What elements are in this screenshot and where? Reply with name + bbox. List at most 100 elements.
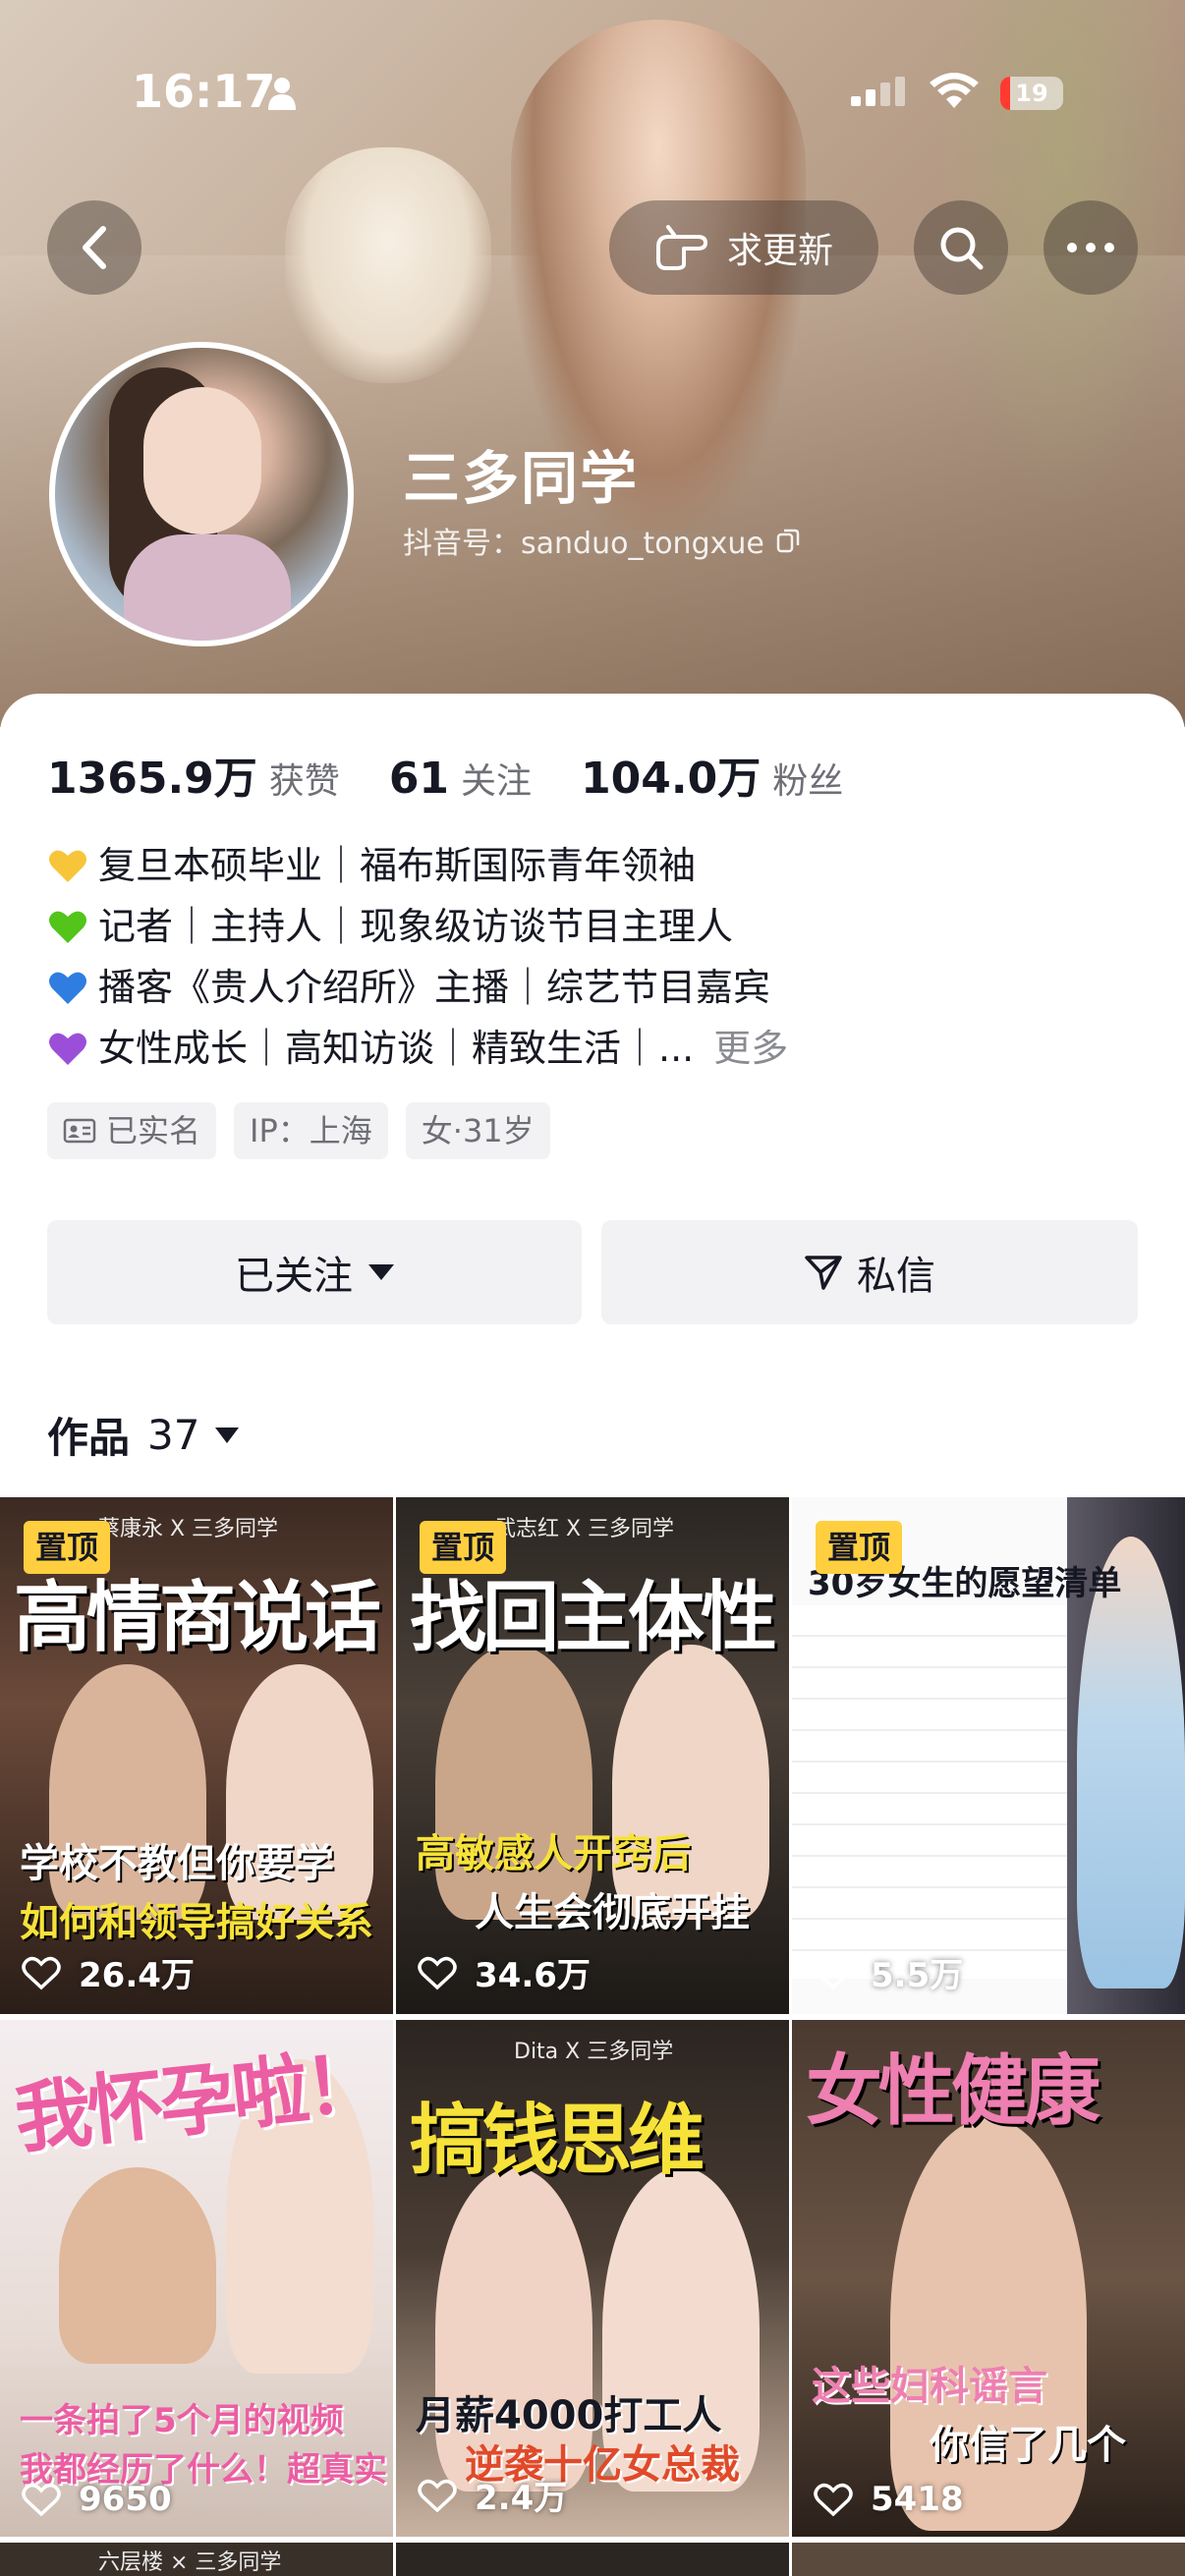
- video-tile[interactable]: [396, 2543, 789, 2576]
- likes-value: 2.4万: [475, 2479, 568, 2518]
- signal-icon: [851, 77, 905, 106]
- status-bar: 16:17 19: [0, 0, 1185, 118]
- battery-icon: 19: [1000, 77, 1063, 110]
- message-label: 私信: [857, 1254, 935, 1299]
- search-icon: [940, 227, 984, 270]
- video-tile[interactable]: Dita X 三多同学 搞钱思维 月薪4000打工人 逆袭十亿女总裁 2.4万: [396, 2020, 789, 2537]
- avatar[interactable]: [49, 342, 354, 646]
- video-cover: [792, 2543, 1185, 2576]
- video-title: 女性健康: [806, 2047, 1100, 2136]
- video-caption: 蔡康永 X 三多同学: [98, 1517, 279, 1541]
- avatar-dress: [124, 534, 291, 641]
- green-heart-icon: [49, 911, 86, 943]
- video-subtitle-highlight: 你信了几个: [930, 2423, 1126, 2468]
- caret-down-icon: [368, 1264, 394, 1280]
- likes-value: 26.4万: [79, 1956, 195, 1995]
- verified-tag-label: 已实名: [106, 1112, 201, 1149]
- followed-button[interactable]: 已关注: [47, 1220, 582, 1324]
- ip-tag: IP：上海: [234, 1102, 388, 1159]
- heart-outline-icon: [22, 2483, 61, 2517]
- heart-outline-icon: [814, 2483, 853, 2517]
- bio-text: 复旦本硕毕业｜福布斯国际青年领袖: [98, 844, 697, 887]
- verified-tag: 已实名: [47, 1102, 217, 1159]
- following-label[interactable]: 关注: [461, 753, 532, 804]
- works-count: 37: [147, 1411, 200, 1459]
- heart-outline-icon: [418, 1956, 457, 1989]
- request-update-button[interactable]: 求更新: [609, 200, 878, 295]
- bio-more-link[interactable]: 更多: [713, 1018, 788, 1079]
- video-caption: 六层楼 × 三多同学: [98, 2550, 282, 2575]
- profile-name: 三多同学: [403, 445, 640, 512]
- send-icon: [805, 1256, 842, 1290]
- yellow-heart-icon: [49, 850, 86, 882]
- stats-row: 1365.9万 获赞 61 关注 104.0万 粉丝: [47, 743, 892, 806]
- back-button[interactable]: [47, 200, 141, 295]
- heart-outline-icon: [22, 1956, 61, 1989]
- video-caption: Dita X 三多同学: [514, 2040, 674, 2064]
- video-tile[interactable]: 蔡康永 X 三多同学 高情商说话 学校不教但你要学 如何和领导搞好关系 置顶 2…: [0, 1497, 393, 2014]
- video-subtitle-highlight: 高敏感人开窍后: [416, 1831, 691, 1876]
- cover-person: [612, 1645, 769, 1920]
- cover-person: [1077, 1537, 1185, 1988]
- pinned-badge: 置顶: [24, 1521, 111, 1574]
- video-likes: 9650: [22, 2480, 172, 2519]
- video-tile[interactable]: [792, 2543, 1185, 2576]
- likes-count: 1365.9万: [47, 754, 257, 804]
- message-button[interactable]: 私信: [601, 1220, 1138, 1324]
- works-label: 作品: [47, 1414, 131, 1462]
- video-likes: 26.4万: [22, 1948, 195, 1996]
- profile-tags: 已实名 IP：上海 女·31岁: [47, 1102, 568, 1159]
- blue-heart-icon: [49, 972, 86, 1004]
- pointing-hand-icon: [655, 225, 707, 270]
- bio-line: 女性成长｜高知访谈｜精致生活｜... 更多: [47, 1018, 1138, 1079]
- video-tile[interactable]: 我怀孕啦！ 一条拍了5个月的视频 我都经历了什么！超真实 9650: [0, 2020, 393, 2537]
- heart-outline-icon: [418, 2479, 457, 2512]
- search-button[interactable]: [914, 200, 1008, 295]
- video-caption: 武志红 X 三多同学: [494, 1517, 675, 1541]
- video-subtitle: 学校不教但你要学: [20, 1841, 334, 1886]
- bio-line: 复旦本硕毕业｜福布斯国际青年领袖: [47, 835, 1138, 896]
- video-likes: 2.4万: [418, 2471, 567, 2519]
- cover-person: [59, 2167, 216, 2364]
- status-time: 16:17: [132, 65, 276, 118]
- likes-value: 9650: [79, 2480, 172, 2519]
- more-button[interactable]: [1044, 200, 1138, 295]
- ip-tag-label: IP：上海: [250, 1112, 372, 1149]
- likes-value: 5.5万: [871, 1956, 964, 1995]
- video-cover: [396, 2543, 789, 2576]
- video-subtitle-highlight: 如何和领导搞好关系: [20, 1900, 373, 1945]
- bio-line: 记者｜主持人｜现象级访谈节目主理人: [47, 896, 1138, 957]
- video-likes: 5418: [814, 2480, 964, 2519]
- purple-heart-icon: [49, 1033, 86, 1065]
- battery-level: 19: [1015, 80, 1048, 107]
- bio-text: 记者｜主持人｜现象级访谈节目主理人: [98, 905, 734, 948]
- request-update-label: 求更新: [726, 231, 833, 271]
- works-tab[interactable]: 作品 37: [47, 1405, 240, 1465]
- video-tile[interactable]: 六层楼 × 三多同学: [0, 2543, 393, 2576]
- video-tile[interactable]: 女性健康 这些妇科谣言 你信了几个 5418: [792, 2020, 1185, 2537]
- followers-count[interactable]: 104.0万: [581, 743, 761, 806]
- cover-person: [435, 1645, 592, 1920]
- video-subtitle: 一条拍了5个月的视频: [20, 2401, 344, 2440]
- douyin-id-text: 抖音号：sanduo_tongxue: [403, 527, 764, 561]
- likes-value: 5418: [871, 2480, 964, 2519]
- copy-icon[interactable]: [776, 528, 800, 553]
- followed-label: 已关注: [235, 1254, 353, 1299]
- gender-age-tag: 女·31岁: [405, 1102, 550, 1159]
- video-tile[interactable]: 武志红 X 三多同学 找回主体性 高敏感人开窍后 人生会彻底开挂 置顶 34.6…: [396, 1497, 789, 2014]
- douyin-id[interactable]: 抖音号：sanduo_tongxue: [403, 519, 800, 562]
- following-count[interactable]: 61: [389, 754, 449, 804]
- video-subtitle: 人生会彻底开挂: [475, 1890, 750, 1935]
- video-grid: 蔡康永 X 三多同学 高情商说话 学校不教但你要学 如何和领导搞好关系 置顶 2…: [0, 1497, 1185, 2576]
- wifi-icon: [930, 73, 979, 108]
- followers-label[interactable]: 粉丝: [772, 753, 843, 804]
- video-likes: 34.6万: [418, 1948, 591, 1996]
- heart-outline-icon: [814, 1956, 853, 1989]
- video-title: 搞钱思维: [410, 2097, 705, 2185]
- bio: 复旦本硕毕业｜福布斯国际青年领袖 记者｜主持人｜现象级访谈节目主理人 播客《贵人…: [47, 835, 1138, 1079]
- video-tile[interactable]: 30岁女生的愿望清单 置顶 5.5万: [792, 1497, 1185, 2014]
- pinned-badge: 置顶: [816, 1521, 903, 1574]
- gender-age-label: 女·31岁: [421, 1112, 535, 1149]
- likes-label: 获赞: [268, 761, 340, 802]
- more-dots-icon: [1067, 243, 1114, 252]
